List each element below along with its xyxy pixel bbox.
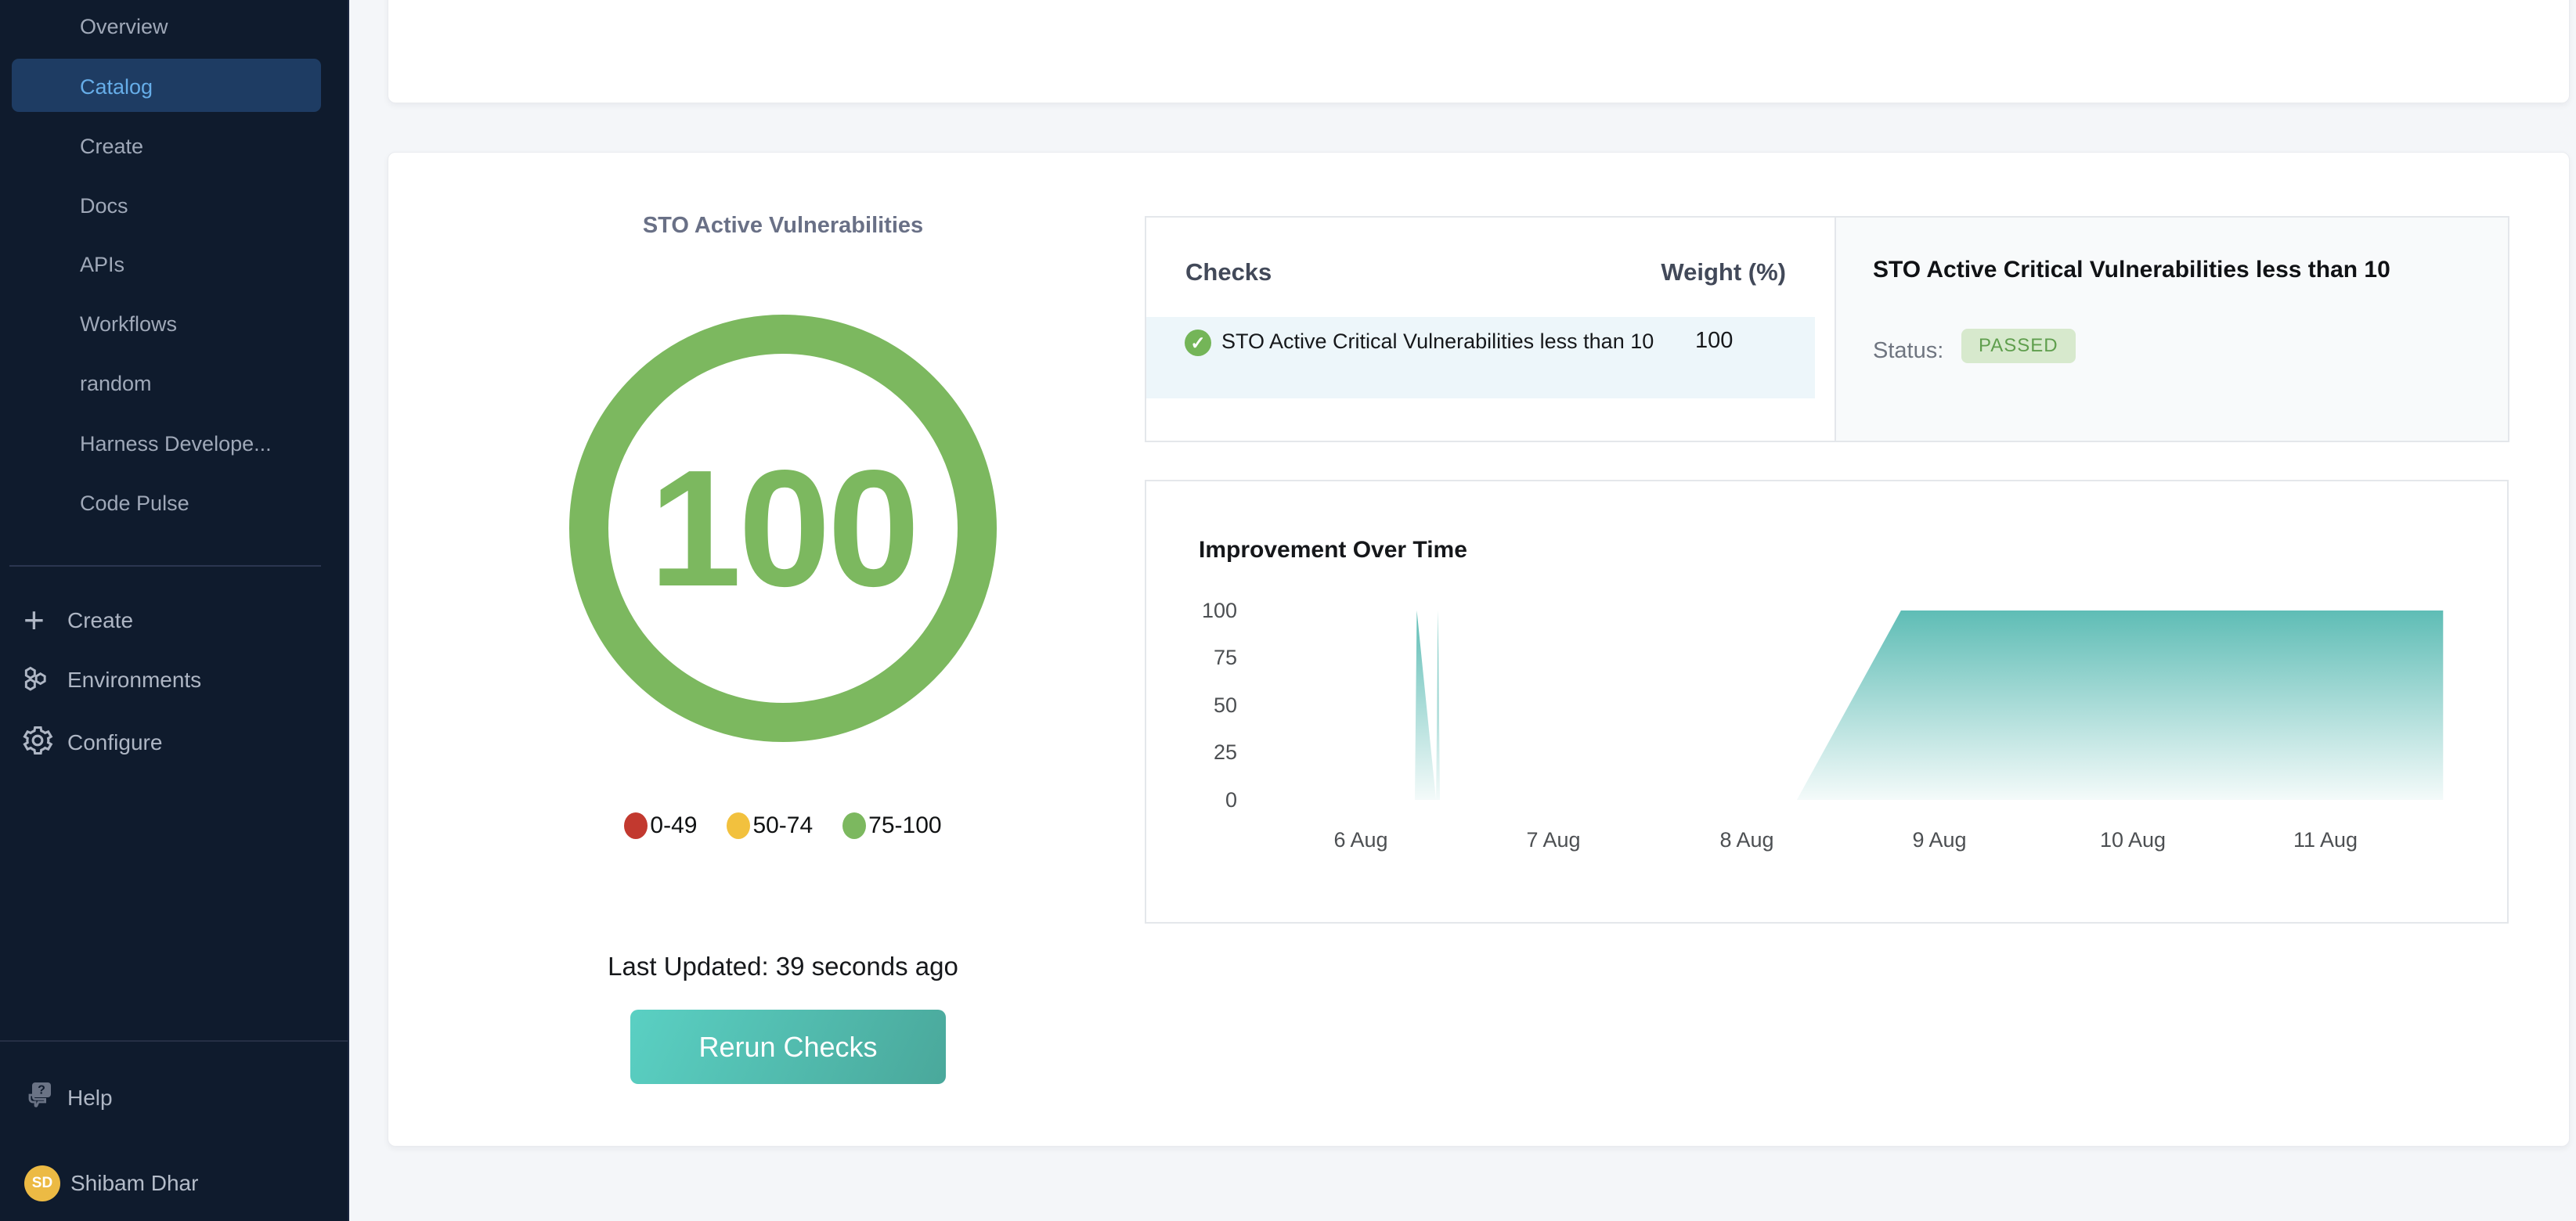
sidebar-item-random[interactable]: random <box>80 370 152 397</box>
ytick-100: 100 <box>1178 598 1237 623</box>
previous-scorecard-card <box>388 0 2570 103</box>
plus-icon: + <box>23 599 45 641</box>
sidebar-item-harness-developer[interactable]: Harness Develope... <box>80 430 272 457</box>
ytick-75: 75 <box>1178 645 1237 670</box>
sidebar-action-environments[interactable]: Environments <box>67 666 201 694</box>
legend-label-mid: 50-74 <box>752 812 813 839</box>
legend-item-high: 75-100 <box>842 812 941 839</box>
score-value: 100 <box>649 445 917 611</box>
sidebar-item-catalog[interactable]: Catalog <box>80 74 153 100</box>
weight-column-header: Weight (%) <box>1661 258 1786 286</box>
check-detail-title: STO Active Critical Vulnerabilities less… <box>1873 257 2390 283</box>
check-row[interactable]: ✓ STO Active Critical Vulnerabilities le… <box>1146 317 1815 398</box>
xtick-11aug: 11 Aug <box>2271 828 2380 852</box>
sidebar: Overview Catalog Create Docs APIs Workfl… <box>0 0 349 1221</box>
ytick-50: 50 <box>1178 693 1237 718</box>
legend-dot-red <box>624 812 648 839</box>
legend-item-low: 0-49 <box>624 812 697 839</box>
status-label: Status: <box>1873 333 1943 368</box>
ytick-0: 0 <box>1178 787 1237 812</box>
sidebar-help[interactable]: Help <box>67 1084 113 1112</box>
checks-column-header: Checks <box>1185 258 1272 286</box>
legend-item-mid: 50-74 <box>727 812 813 839</box>
status-badge: PASSED <box>1961 329 2076 363</box>
check-detail-panel: STO Active Critical Vulnerabilities less… <box>1835 216 2509 442</box>
legend-label-low: 0-49 <box>650 812 697 839</box>
sidebar-divider <box>9 565 321 567</box>
check-name: STO Active Critical Vulnerabilities less… <box>1221 326 1703 357</box>
legend-dot-yellow <box>727 812 750 839</box>
last-updated-text: Last Updated: 39 seconds ago <box>470 952 1096 981</box>
gear-icon <box>20 723 55 762</box>
ytick-25: 25 <box>1178 740 1237 765</box>
xtick-10aug: 10 Aug <box>2078 828 2188 852</box>
sidebar-selected-pill <box>12 59 321 112</box>
checks-panel: Checks Weight (%) ✓ STO Active Critical … <box>1145 216 1836 442</box>
scorecard-title: STO Active Vulnerabilities <box>470 213 1096 239</box>
xtick-8aug: 8 Aug <box>1692 828 1802 852</box>
hexagons-icon <box>20 663 55 701</box>
check-weight-value: 100 <box>1695 328 1733 354</box>
sidebar-item-docs[interactable]: Docs <box>80 193 128 219</box>
xtick-6aug: 6 Aug <box>1306 828 1416 852</box>
user-name[interactable]: Shibam Dhar <box>70 1170 198 1197</box>
rerun-checks-button[interactable]: Rerun Checks <box>630 1010 946 1084</box>
score-legend: 0-49 50-74 75-100 <box>548 812 1018 839</box>
sidebar-item-code-pulse[interactable]: Code Pulse <box>80 490 189 517</box>
sidebar-item-apis[interactable]: APIs <box>80 251 124 278</box>
sidebar-item-create[interactable]: Create <box>80 133 143 160</box>
chart-title: Improvement Over Time <box>1199 537 1467 564</box>
xtick-9aug: 9 Aug <box>1885 828 1994 852</box>
help-icon: ? <box>23 1076 61 1118</box>
legend-dot-green <box>842 812 866 839</box>
sidebar-action-create[interactable]: Create <box>67 607 133 635</box>
improvement-chart-panel: Improvement Over Time 100 75 50 25 0 6 A… <box>1145 480 2509 924</box>
sidebar-action-configure[interactable]: Configure <box>67 729 162 757</box>
legend-label-high: 75-100 <box>868 812 941 839</box>
svg-text:?: ? <box>38 1084 45 1097</box>
score-gauge-ring: 100 <box>569 315 997 742</box>
sidebar-item-overview[interactable]: Overview <box>80 13 168 40</box>
xtick-7aug: 7 Aug <box>1499 828 1608 852</box>
user-avatar[interactable]: SD <box>24 1165 60 1201</box>
sidebar-footer-divider <box>0 1040 348 1042</box>
check-passed-icon: ✓ <box>1185 330 1211 356</box>
sidebar-item-workflows[interactable]: Workflows <box>80 311 177 337</box>
